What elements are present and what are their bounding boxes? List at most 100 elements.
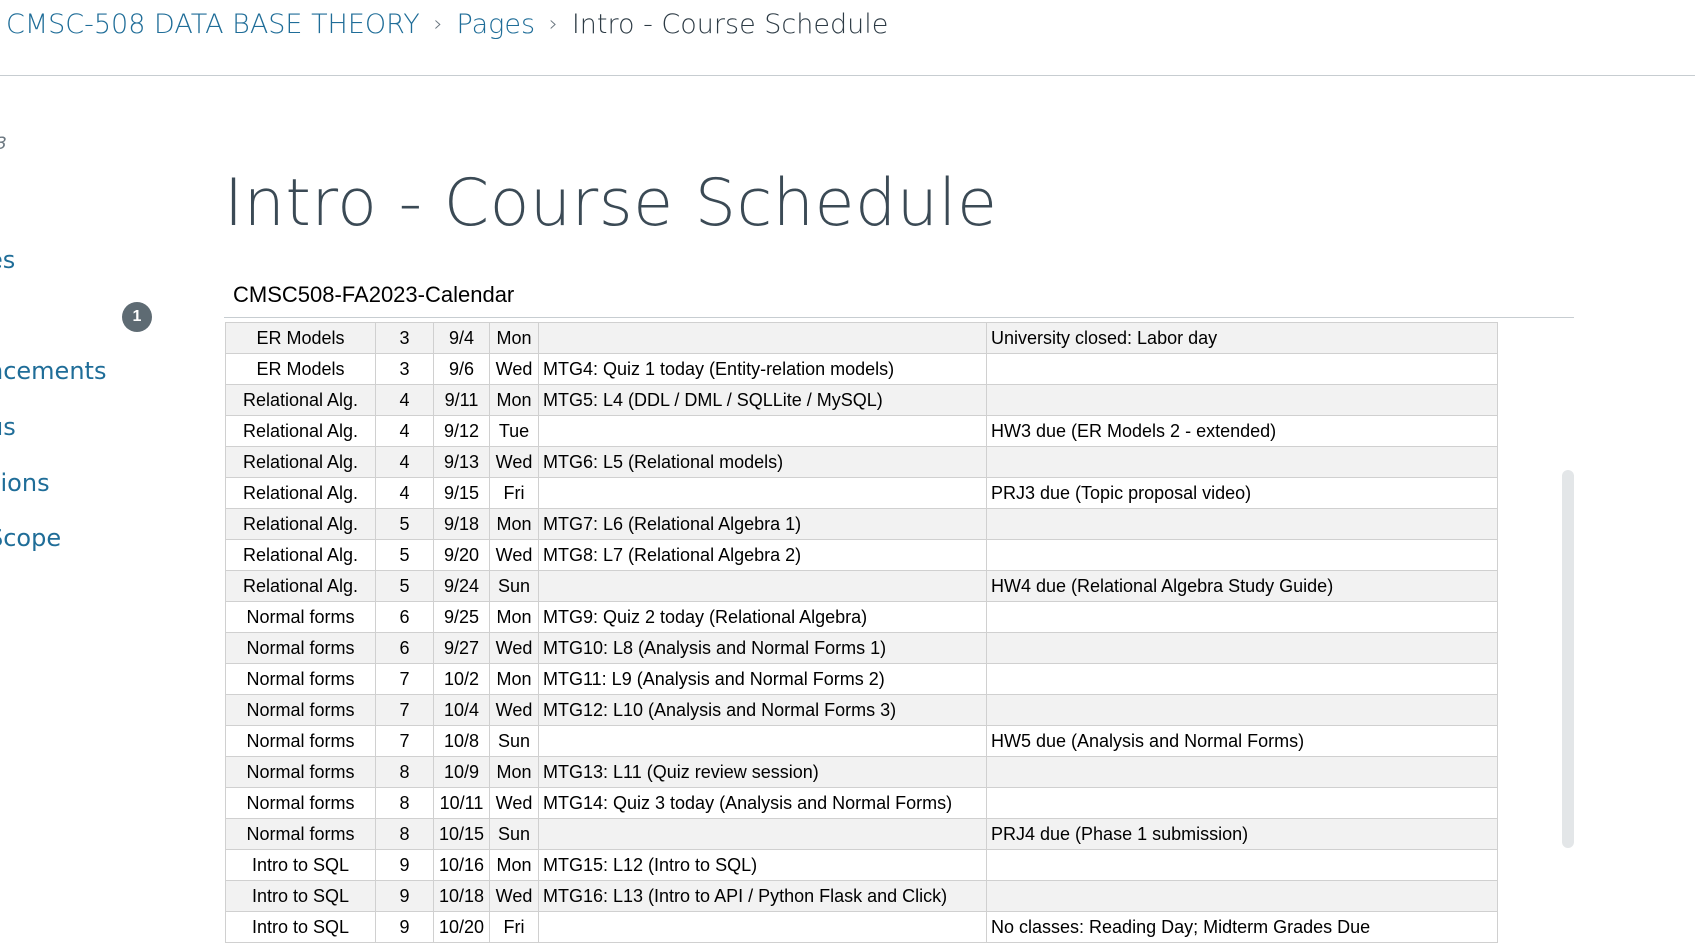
note-cell <box>986 849 1498 881</box>
meeting-cell <box>538 818 987 850</box>
topic-cell: Relational Alg. <box>225 446 376 478</box>
note-cell: HW4 due (Relational Algebra Study Guide) <box>986 570 1498 602</box>
week-cell: 6 <box>375 632 434 664</box>
date-cell: 9/27 <box>433 632 490 664</box>
topic-cell: Relational Alg. <box>225 508 376 540</box>
topic-cell: Intro to SQL <box>225 911 376 943</box>
topic-cell: ER Models <box>225 353 376 385</box>
day-cell: Sun <box>489 725 539 757</box>
week-cell: 9 <box>375 911 434 943</box>
meeting-cell <box>538 415 987 447</box>
table-row: Relational Alg. 5 9/20 Wed MTG8: L7 (Relatio… <box>225 539 1498 571</box>
day-cell: Wed <box>489 446 539 478</box>
note-cell <box>986 663 1498 695</box>
table-row: Relational Alg. 5 9/24 Sun HW4 due (Relation… <box>225 570 1498 602</box>
meeting-cell: MTG15: L12 (Intro to SQL) <box>538 849 987 881</box>
note-cell <box>986 601 1498 633</box>
meeting-cell: MTG16: L13 (Intro to API / Python Flask … <box>538 880 987 912</box>
week-cell: 8 <box>375 787 434 819</box>
note-cell <box>986 508 1498 540</box>
meeting-cell <box>538 322 987 354</box>
breadcrumb-chevron-icon: › <box>433 11 443 37</box>
date-cell: 10/18 <box>433 880 490 912</box>
unread-count-badge: 1 <box>122 302 152 332</box>
date-cell: 9/25 <box>433 601 490 633</box>
date-cell: 10/4 <box>433 694 490 726</box>
meeting-cell: MTG6: L5 (Relational models) <box>538 446 987 478</box>
sidebar-item-scope[interactable]: Scope <box>0 524 61 552</box>
table-row: Intro to SQL 9 10/20 Fri No classes: Reading… <box>225 911 1498 943</box>
note-cell <box>986 880 1498 912</box>
day-cell: Mon <box>489 849 539 881</box>
date-cell: 9/4 <box>433 322 490 354</box>
week-cell: 9 <box>375 880 434 912</box>
meeting-cell: MTG5: L4 (DDL / DML / SQLLite / MySQL) <box>538 384 987 416</box>
date-cell: 10/15 <box>433 818 490 850</box>
table-row: Relational Alg. 4 9/12 Tue HW3 due (ER Model… <box>225 415 1498 447</box>
topic-cell: Normal forms <box>225 632 376 664</box>
sidebar-item-notifications[interactable]: s <box>0 302 1 330</box>
date-cell: 10/8 <box>433 725 490 757</box>
day-cell: Sun <box>489 570 539 602</box>
topic-cell: Normal forms <box>225 725 376 757</box>
breadcrumb-pages-link[interactable]: Pages <box>457 9 536 40</box>
topic-cell: Normal forms <box>225 787 376 819</box>
sidebar-item-discussions[interactable]: sions <box>0 469 50 497</box>
course-nav-sidebar: 3 es s 1 ncements us sions Scope <box>0 76 200 932</box>
week-cell: 4 <box>375 446 434 478</box>
date-cell: 9/20 <box>433 539 490 571</box>
week-cell: 7 <box>375 725 434 757</box>
scrollbar[interactable] <box>1562 470 1574 848</box>
day-cell: Wed <box>489 353 539 385</box>
page-title: Intro - Course Schedule <box>224 166 998 241</box>
note-cell <box>986 694 1498 726</box>
breadcrumb-course-link[interactable]: CMSC-508 DATA BASE THEORY <box>6 9 420 40</box>
week-cell: 9 <box>375 849 434 881</box>
calendar-caption: CMSC508-FA2023-Calendar <box>233 282 515 307</box>
sidebar-item-syllabus[interactable]: us <box>0 413 16 441</box>
week-cell: 4 <box>375 415 434 447</box>
breadcrumb: CMSC-508 DATA BASE THEORY › Pages › Intr… <box>6 4 888 44</box>
day-cell: Mon <box>489 508 539 540</box>
date-cell: 9/12 <box>433 415 490 447</box>
note-cell: HW5 due (Analysis and Normal Forms) <box>986 725 1498 757</box>
topic-cell: Relational Alg. <box>225 415 376 447</box>
breadcrumb-current: Intro - Course Schedule <box>571 8 889 40</box>
table-row: Normal forms 7 10/8 Sun HW5 due (Analysis an… <box>225 725 1498 757</box>
day-cell: Sun <box>489 818 539 850</box>
topic-cell: Normal forms <box>225 756 376 788</box>
topic-cell: Relational Alg. <box>225 384 376 416</box>
breadcrumb-chevron-icon: › <box>549 11 558 37</box>
note-cell: PRJ3 due (Topic proposal video) <box>986 477 1498 509</box>
table-row: Relational Alg. 4 9/13 Wed MTG6: L5 (Relatio… <box>225 446 1498 478</box>
topic-cell: Normal forms <box>225 663 376 695</box>
note-cell <box>986 632 1498 664</box>
topic-cell: Normal forms <box>225 694 376 726</box>
sidebar-item-pages[interactable]: es <box>0 246 15 274</box>
note-cell <box>986 353 1498 385</box>
note-cell: PRJ4 due (Phase 1 submission) <box>986 818 1498 850</box>
meeting-cell: MTG9: Quiz 2 today (Relational Algebra) <box>538 601 987 633</box>
meeting-cell: MTG8: L7 (Relational Algebra 2) <box>538 539 987 571</box>
table-row: Relational Alg. 4 9/15 Fri PRJ3 due (Topic p… <box>225 477 1498 509</box>
date-cell: 9/24 <box>433 570 490 602</box>
table-row: Relational Alg. 5 9/18 Mon MTG7: L6 (Relatio… <box>225 508 1498 540</box>
week-cell: 5 <box>375 539 434 571</box>
meeting-cell <box>538 911 987 943</box>
week-cell: 8 <box>375 756 434 788</box>
week-cell: 3 <box>375 322 434 354</box>
meeting-cell: MTG11: L9 (Analysis and Normal Forms 2) <box>538 663 987 695</box>
meeting-cell: MTG4: Quiz 1 today (Entity-relation mode… <box>538 353 987 385</box>
table-row: Intro to SQL 9 10/16 Mon MTG15: L12 (Intro t… <box>225 849 1498 881</box>
schedule-table-body: ER Models 3 9/4 Mon University closed: Labor… <box>225 322 1498 943</box>
date-cell: 10/2 <box>433 663 490 695</box>
meeting-cell <box>538 570 987 602</box>
meeting-cell <box>538 725 987 757</box>
table-row: Normal forms 8 10/15 Sun PRJ4 due (Phase 1 s… <box>225 818 1498 850</box>
divider <box>224 317 1574 318</box>
topic-cell: Intro to SQL <box>225 880 376 912</box>
day-cell: Fri <box>489 477 539 509</box>
note-cell: No classes: Reading Day; Midterm Grades … <box>986 911 1498 943</box>
sidebar-item-announcements[interactable]: ncements <box>0 357 106 385</box>
meeting-cell: MTG13: L11 (Quiz review session) <box>538 756 987 788</box>
